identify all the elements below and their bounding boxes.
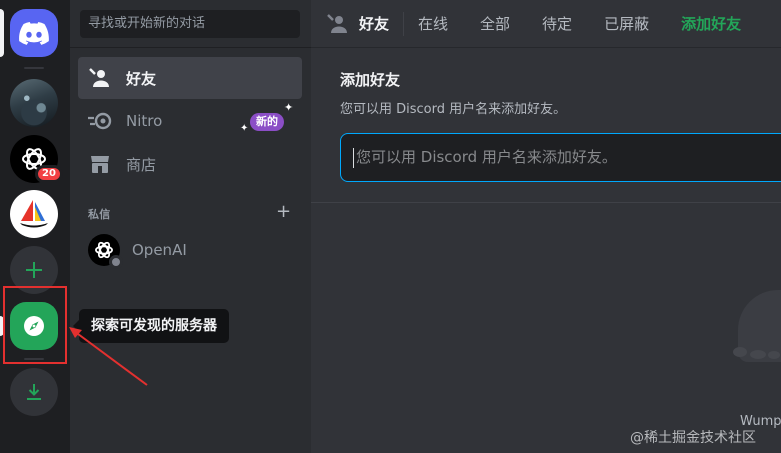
- username-placeholder: 您可以用 Discord 用户名来添加好友。: [356, 148, 617, 166]
- page-title: 好友: [327, 13, 389, 34]
- new-badge: 新的: [250, 113, 284, 131]
- rock-shape: [768, 351, 780, 359]
- server-photo[interactable]: [10, 79, 58, 127]
- home-button[interactable]: [10, 9, 58, 57]
- add-friend-panel: 添加好友 您可以用 Discord 用户名来添加好友。 您可以用 Discord…: [311, 49, 781, 203]
- friends-icon: [88, 66, 112, 90]
- tab-add-friend[interactable]: 添加好友: [681, 13, 741, 34]
- create-dm-button[interactable]: +: [276, 203, 291, 221]
- dm-list-item[interactable]: OpenAI: [78, 229, 302, 271]
- shop-icon: [88, 152, 112, 176]
- nav-label: 商店: [126, 155, 157, 174]
- status-indicator: [109, 255, 123, 269]
- topbar-divider: [403, 11, 405, 36]
- friends-icon: [327, 13, 349, 34]
- username-input[interactable]: 您可以用 Discord 用户名来添加好友。: [340, 133, 781, 182]
- rock-shape: [733, 347, 747, 357]
- direct-messages-header: 私信: [88, 208, 111, 221]
- server-midjourney[interactable]: [10, 190, 58, 238]
- text-caret: [353, 147, 354, 168]
- annotation-highlight-box: [3, 286, 67, 364]
- tab-blocked[interactable]: 已屏蔽: [604, 13, 649, 34]
- avatar: [88, 234, 123, 269]
- tab-online[interactable]: 在线: [418, 13, 448, 34]
- sparkle-icon: ✦: [284, 101, 294, 114]
- tab-all[interactable]: 全部: [480, 13, 510, 34]
- download-apps-button[interactable]: [10, 368, 58, 416]
- friends-topbar: 好友 在线 全部 待定 已屏蔽 添加好友: [311, 0, 781, 48]
- server-rail: 20: [0, 0, 70, 453]
- nav-shop[interactable]: 商店: [78, 143, 302, 185]
- add-friend-subtitle: 您可以用 Discord 用户名来添加好友。: [340, 102, 567, 117]
- sailboat-icon: [20, 200, 48, 228]
- add-friend-title: 添加好友: [340, 71, 401, 89]
- download-icon: [27, 384, 41, 400]
- dm-name: OpenAI: [132, 241, 187, 259]
- tab-pending[interactable]: 待定: [542, 13, 572, 34]
- sparkle-icon: ✦: [240, 123, 249, 134]
- nav-label: 好友: [126, 69, 157, 88]
- annotation-arrow: [69, 327, 148, 386]
- rock-shape: [750, 350, 766, 359]
- page-title-text: 好友: [359, 15, 390, 33]
- watermark: @稀土掘金技术社区: [630, 430, 756, 446]
- discord-logo-icon: [19, 21, 49, 45]
- search-input[interactable]: 寻找或开始新的对话: [80, 10, 300, 38]
- search-bar-container: 寻找或开始新的对话: [70, 0, 311, 48]
- plus-icon: [26, 262, 42, 278]
- nav-label: Nitro: [126, 112, 163, 130]
- rail-divider: [24, 67, 44, 69]
- mention-badge: 20: [35, 165, 63, 183]
- nitro-icon: [88, 109, 112, 133]
- nav-friends[interactable]: 好友: [78, 57, 302, 99]
- selected-indicator: [0, 9, 4, 57]
